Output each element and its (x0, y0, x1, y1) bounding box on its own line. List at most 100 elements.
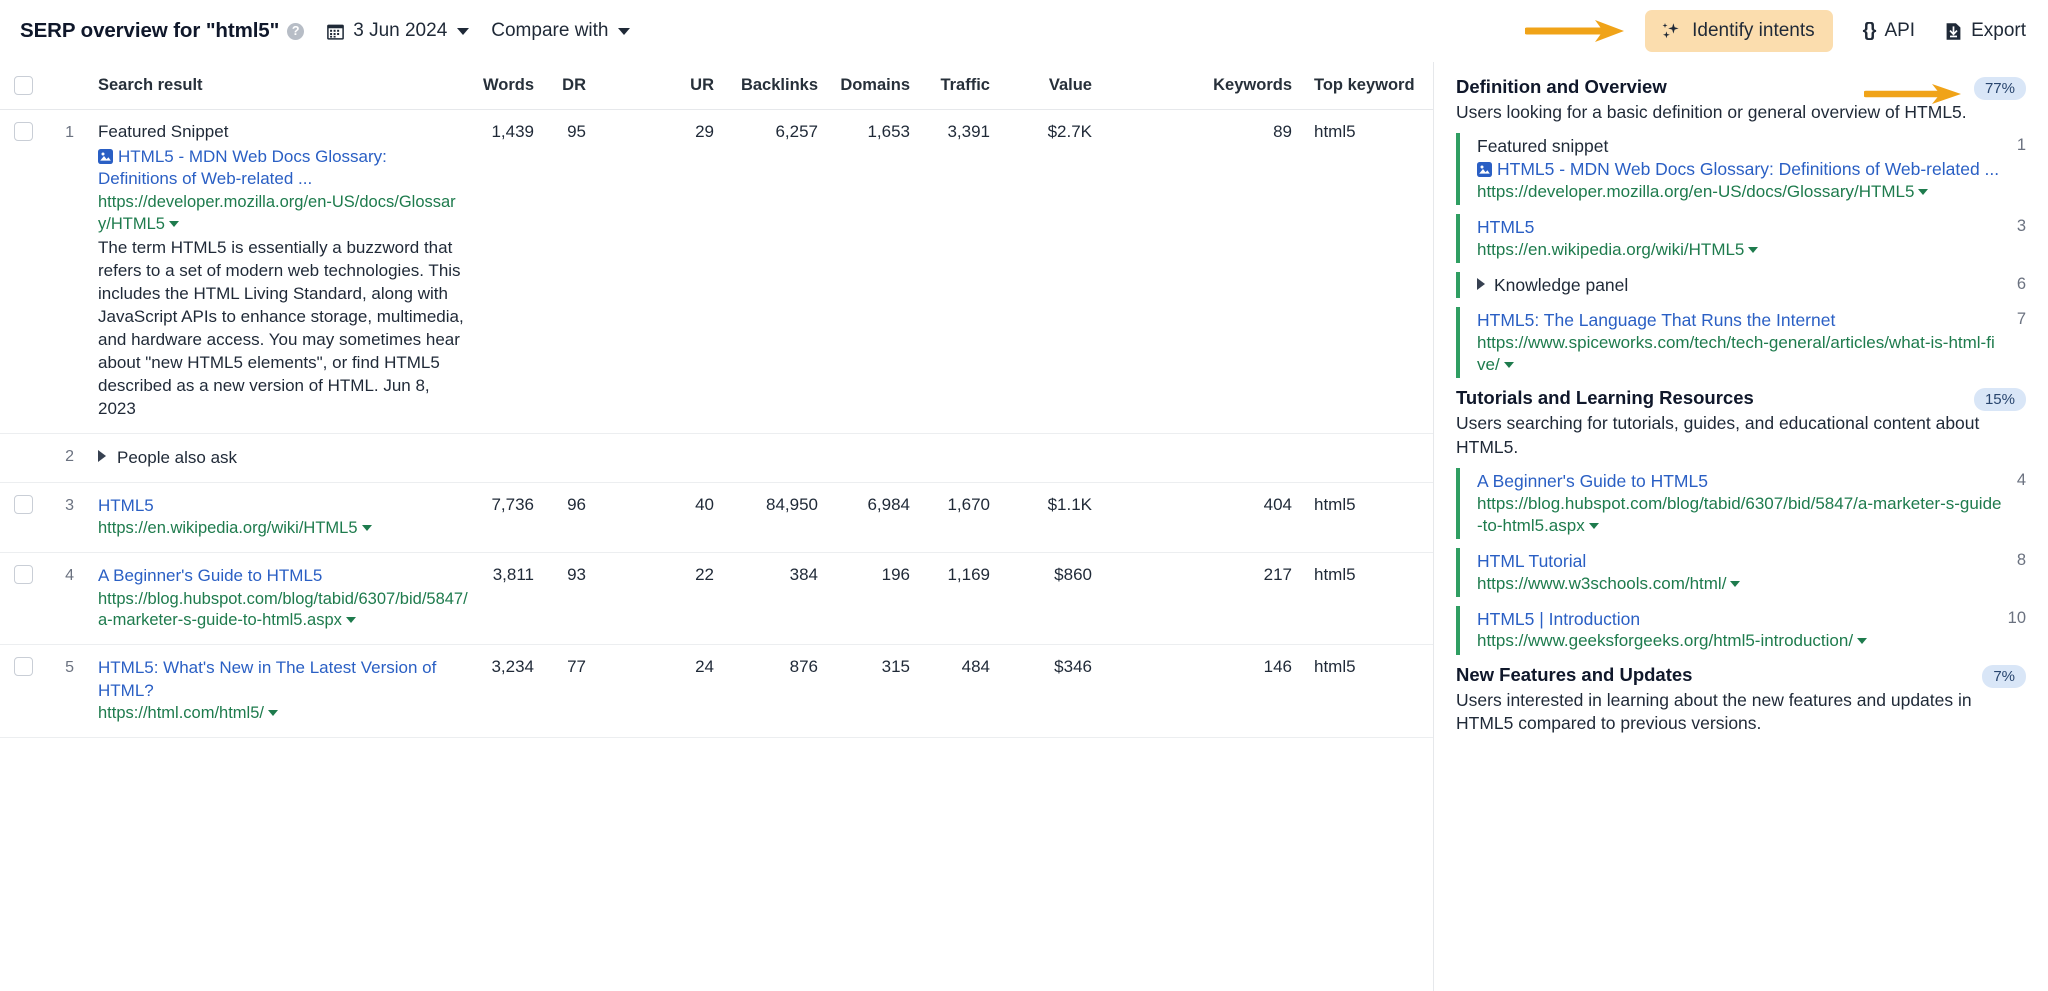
result-description: The term HTML5 is essentially a buzzword… (98, 237, 468, 421)
chevron-down-icon[interactable] (169, 221, 179, 227)
intent-item-title-link[interactable]: HTML5: The Language That Runs the Intern… (1477, 309, 2003, 332)
intent-item-rank: 7 (2003, 309, 2026, 329)
result-title-link[interactable]: HTML5 (98, 495, 468, 517)
result-title-link[interactable]: HTML5: What's New in The Latest Version … (98, 657, 468, 702)
intent-percent-badge: 15% (1974, 388, 2026, 411)
intent-block-definition-and-overview: Definition and Overview 77% Users lookin… (1456, 76, 2026, 378)
result-url-text: https://developer.mozilla.org/en-US/docs… (98, 193, 456, 233)
cell-value (990, 433, 1092, 482)
export-button[interactable]: Export (1945, 20, 2026, 42)
cell-top-keyword[interactable]: html5 (1292, 553, 1434, 645)
intent-item-title-link[interactable]: HTML5 (1477, 216, 2003, 239)
chevron-down-icon[interactable] (1589, 523, 1599, 529)
help-circle-icon[interactable]: ? (287, 23, 304, 40)
cell-keywords[interactable]: 89 (1092, 110, 1292, 434)
cell-backlinks[interactable]: 876 (714, 645, 818, 738)
cell-keywords[interactable]: 404 (1092, 482, 1292, 552)
intent-item-url-link[interactable]: https://en.wikipedia.org/wiki/HTML5 (1477, 239, 2003, 261)
expand-triangle-icon[interactable] (98, 450, 106, 462)
row-checkbox[interactable] (14, 122, 33, 141)
chevron-down-icon[interactable] (1918, 189, 1928, 195)
result-url-text: https://blog.hubspot.com/blog/tabid/6307… (98, 590, 468, 630)
col-header-traffic[interactable]: Traffic (910, 62, 990, 110)
cell-keywords[interactable]: 146 (1092, 645, 1292, 738)
chevron-down-icon[interactable] (1730, 581, 1740, 587)
cell-backlinks[interactable]: 84,950 (714, 482, 818, 552)
result-title-text: HTML5 - MDN Web Docs Glossary: Definitio… (98, 147, 387, 188)
cell-words (482, 433, 534, 482)
intent-item-title-link[interactable]: HTML Tutorial (1477, 550, 2003, 573)
page-header: SERP overview for "html5" ? 3 Jun 2024 C… (0, 0, 2048, 62)
chevron-down-icon[interactable] (268, 710, 278, 716)
cell-top-keyword (1292, 433, 1434, 482)
intent-item-title-link[interactable]: A Beginner's Guide to HTML5 (1477, 470, 2003, 493)
intent-item-title-link[interactable]: HTML5 | Introduction (1477, 608, 1994, 631)
cell-domains[interactable]: 1,653 (818, 110, 910, 434)
row-result-cell: HTML5: What's New in The Latest Version … (74, 645, 482, 738)
intents-pane: Definition and Overview 77% Users lookin… (1434, 62, 2048, 991)
api-button[interactable]: {} API (1863, 20, 1915, 42)
col-header-backlinks[interactable]: Backlinks (714, 62, 818, 110)
intent-item-url-link[interactable]: https://developer.mozilla.org/en-US/docs… (1477, 181, 2003, 203)
intent-item-url-text: https://developer.mozilla.org/en-US/docs… (1477, 182, 1914, 201)
chevron-down-icon[interactable] (1857, 638, 1867, 644)
cell-domains[interactable]: 315 (818, 645, 910, 738)
cell-top-keyword[interactable]: html5 (1292, 110, 1434, 434)
col-header-ur[interactable]: UR (586, 62, 714, 110)
result-title-link[interactable]: HTML5 - MDN Web Docs Glossary: Definitio… (98, 146, 468, 191)
intent-item-url-link[interactable]: https://blog.hubspot.com/blog/tabid/6307… (1477, 493, 2003, 537)
intent-name: Tutorials and Learning Resources (1456, 387, 1754, 409)
table-row: 5 HTML5: What's New in The Latest Versio… (0, 645, 1434, 738)
expand-triangle-icon[interactable] (1477, 278, 1485, 290)
col-header-keywords[interactable]: Keywords (1092, 62, 1292, 110)
result-title-link[interactable]: A Beginner's Guide to HTML5 (98, 565, 468, 587)
table-row: 2 People also ask (0, 433, 1434, 482)
people-also-ask-label[interactable]: People also ask (117, 448, 237, 467)
cell-domains[interactable]: 6,984 (818, 482, 910, 552)
chevron-down-icon[interactable] (362, 525, 372, 531)
col-header-words[interactable]: Words (482, 62, 534, 110)
cell-keywords[interactable]: 217 (1092, 553, 1292, 645)
col-header-top-keyword[interactable]: Top keyword (1292, 62, 1434, 110)
intent-item-url-link[interactable]: https://www.spiceworks.com/tech/tech-gen… (1477, 332, 2003, 376)
intent-item-url-link[interactable]: https://www.w3schools.com/html/ (1477, 573, 2003, 595)
intent-item-url-link[interactable]: https://www.geeksforgeeks.org/html5-intr… (1477, 630, 1994, 652)
cell-top-keyword[interactable]: html5 (1292, 645, 1434, 738)
chevron-down-icon[interactable] (1504, 362, 1514, 368)
row-checkbox[interactable] (14, 495, 33, 514)
cell-words: 3,234 (482, 645, 534, 738)
row-position: 1 (40, 110, 74, 434)
cell-dr: 96 (534, 482, 586, 552)
cell-traffic: 484 (910, 645, 990, 738)
result-url-link[interactable]: https://en.wikipedia.org/wiki/HTML5 (98, 518, 468, 540)
col-header-value[interactable]: Value (990, 62, 1092, 110)
cell-domains[interactable]: 196 (818, 553, 910, 645)
result-url-link[interactable]: https://blog.hubspot.com/blog/tabid/6307… (98, 589, 468, 633)
api-label: API (1884, 20, 1915, 42)
result-url-text: https://html.com/html5/ (98, 704, 264, 722)
chevron-down-icon[interactable] (1748, 247, 1758, 253)
date-picker[interactable]: 3 Jun 2024 (326, 20, 469, 42)
compare-with-dropdown[interactable]: Compare with (491, 20, 630, 42)
row-result-cell: A Beginner's Guide to HTML5 https://blog… (74, 553, 482, 645)
col-header-domains[interactable]: Domains (818, 62, 910, 110)
identify-intents-label: Identify intents (1692, 20, 1815, 42)
result-url-link[interactable]: https://developer.mozilla.org/en-US/docs… (98, 192, 468, 236)
col-header-dr[interactable]: DR (534, 62, 586, 110)
select-all-checkbox[interactable] (14, 76, 33, 95)
row-checkbox[interactable] (14, 565, 33, 584)
intent-item-url-text: https://blog.hubspot.com/blog/tabid/6307… (1477, 494, 2002, 535)
cell-backlinks[interactable]: 384 (714, 553, 818, 645)
cell-backlinks[interactable]: 6,257 (714, 110, 818, 434)
identify-intents-button[interactable]: Identify intents (1645, 10, 1833, 52)
row-checkbox[interactable] (14, 657, 33, 676)
intent-item-expandable[interactable]: Knowledge panel (1477, 274, 2003, 297)
intent-item-title-link[interactable]: HTML5 - MDN Web Docs Glossary: Definitio… (1477, 158, 2003, 181)
intent-item-url-text: https://en.wikipedia.org/wiki/HTML5 (1477, 240, 1744, 259)
chevron-down-icon[interactable] (346, 617, 356, 623)
serp-overview-page: SERP overview for "html5" ? 3 Jun 2024 C… (0, 0, 2048, 991)
intent-item-label: Featured snippet (1477, 135, 2003, 158)
col-header-search-result[interactable]: Search result (74, 62, 482, 110)
result-url-link[interactable]: https://html.com/html5/ (98, 703, 468, 725)
cell-top-keyword[interactable]: html5 (1292, 482, 1434, 552)
